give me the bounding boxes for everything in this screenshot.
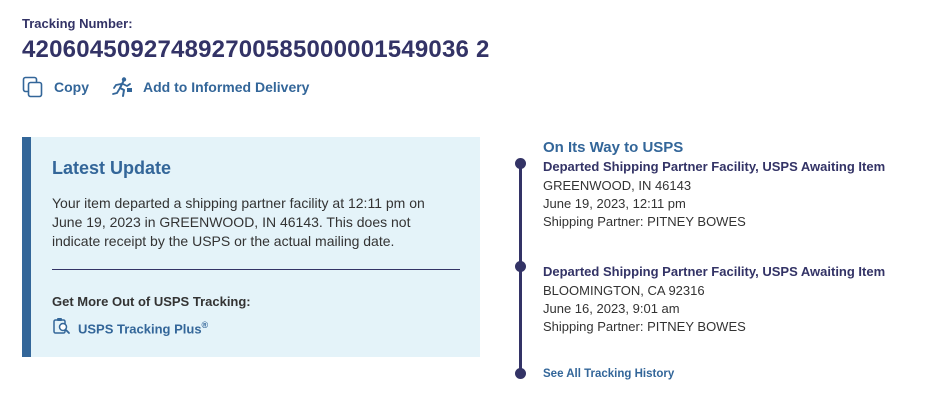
tracking-actions: Copy Add to Informed Delivery (22, 76, 331, 98)
event-datetime: June 19, 2023, 12:11 pm (543, 196, 686, 211)
add-to-informed-delivery-button[interactable]: Add to Informed Delivery (111, 76, 309, 98)
copy-label: Copy (54, 79, 89, 95)
copy-button[interactable]: Copy (22, 76, 89, 98)
event-location: BLOOMINGTON, CA 92316 (543, 283, 705, 298)
event-partner: Shipping Partner: PITNEY BOWES (543, 319, 746, 334)
tracking-event: Departed Shipping Partner Facility, USPS… (543, 264, 885, 336)
event-partner: Shipping Partner: PITNEY BOWES (543, 214, 746, 229)
tracking-plus-label: USPS Tracking Plus® (78, 320, 209, 337)
more-tracking-heading: Get More Out of USPS Tracking: (52, 294, 251, 309)
event-title: Departed Shipping Partner Facility, USPS… (543, 159, 886, 174)
tracking-event: Departed Shipping Partner Facility, USPS… (543, 159, 885, 231)
see-all-tracking-history-link[interactable]: See All Tracking History (543, 368, 674, 380)
tracking-plus-icon (52, 317, 72, 340)
latest-update-title: Latest Update (52, 158, 172, 178)
latest-update-card: Latest Update Your item departed a shipp… (22, 137, 480, 357)
event-location: GREENWOOD, IN 46143 (543, 178, 692, 193)
tracking-number: 420604509274892700585000001549036 2 (22, 36, 490, 63)
running-person-icon (111, 76, 133, 98)
usps-tracking-plus-link[interactable]: USPS Tracking Plus® (52, 317, 208, 340)
timeline-dot (515, 158, 526, 169)
event-title: Departed Shipping Partner Facility, USPS… (543, 264, 886, 279)
card-accent-bar (22, 137, 31, 357)
registered-mark: ® (201, 320, 209, 331)
latest-update-message: Your item departed a shipping partner fa… (52, 195, 425, 249)
tracking-timeline: On Its Way to USPS Departed Shipping Par… (511, 137, 931, 397)
timeline-dot (515, 261, 526, 272)
tracking-status-heading: On Its Way to USPS (543, 139, 684, 156)
copy-icon (22, 76, 44, 98)
card-divider (52, 269, 460, 270)
event-datetime: June 16, 2023, 9:01 am (543, 301, 680, 316)
tracking-number-label: Tracking Number: (22, 16, 133, 31)
timeline-dot (515, 368, 526, 379)
informed-delivery-label: Add to Informed Delivery (143, 79, 310, 95)
